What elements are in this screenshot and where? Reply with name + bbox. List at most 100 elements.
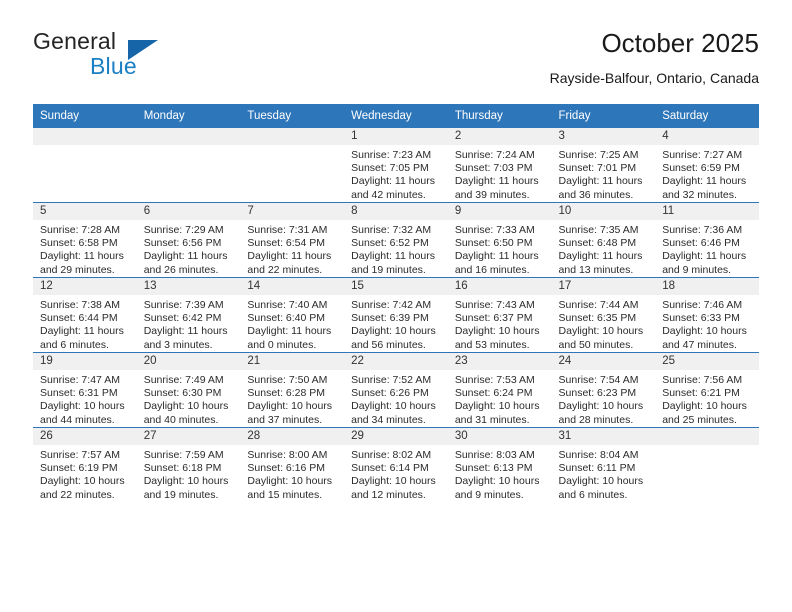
day-details: Sunrise: 7:23 AM Sunset: 7:05 PM Daylight:… [344, 145, 448, 202]
sunset-time: Sunset: 6:13 PM [454, 462, 533, 475]
calendar-day-cell[interactable]: 21 Sunrise: 7:50 AM Sunset: 6:28 PM Dayligh… [240, 352, 345, 428]
daylight-duration-line1: Daylight: 10 hours [351, 400, 436, 413]
calendar-day-cell[interactable]: 25 Sunrise: 7:56 AM Sunset: 6:21 PM Dayligh… [655, 352, 759, 428]
calendar-day-cell[interactable]: 2 Sunrise: 7:24 AM Sunset: 7:03 PM Daylight… [447, 127, 552, 203]
day-details: Sunrise: 7:36 AM Sunset: 6:46 PM Daylight:… [655, 220, 759, 277]
day-details: Sunrise: 7:50 AM Sunset: 6:28 PM Daylight:… [240, 370, 344, 427]
day-details: Sunrise: 7:57 AM Sunset: 6:19 PM Daylight:… [33, 445, 137, 502]
sunrise-time: Sunrise: 7:36 AM [662, 224, 743, 236]
calendar-day-cell[interactable]: 28 Sunrise: 8:00 AM Sunset: 6:16 PM Dayligh… [240, 427, 345, 502]
daylight-duration-line1: Daylight: 10 hours [40, 400, 125, 413]
day-number: 15 [344, 278, 448, 295]
daylight-duration-line2: and 22 minutes. [247, 263, 323, 276]
day-number [655, 428, 759, 445]
day-details: Sunrise: 7:28 AM Sunset: 6:58 PM Daylight:… [33, 220, 137, 277]
daylight-duration-line2: and 42 minutes. [351, 188, 426, 201]
sunset-time: Sunset: 6:33 PM [662, 312, 740, 325]
sunrise-time: Sunrise: 7:32 AM [351, 224, 432, 236]
calendar-day-cell[interactable]: 4 Sunrise: 7:27 AM Sunset: 6:59 PM Daylight… [655, 127, 759, 203]
calendar-day-cell[interactable]: 13 Sunrise: 7:39 AM Sunset: 6:42 PM Dayligh… [136, 277, 241, 353]
calendar-day-cell[interactable]: 22 Sunrise: 7:52 AM Sunset: 6:26 PM Dayligh… [344, 352, 448, 428]
sunrise-time: Sunrise: 8:00 AM [247, 449, 328, 461]
day-number: 7 [240, 203, 345, 220]
daylight-duration-line1: Daylight: 10 hours [247, 400, 333, 413]
calendar-day-cell[interactable]: 12 Sunrise: 7:38 AM Sunset: 6:44 PM Dayligh… [33, 277, 137, 353]
day-number: 29 [344, 428, 448, 445]
calendar-day-cell[interactable]: 11 Sunrise: 7:36 AM Sunset: 6:46 PM Dayligh… [655, 202, 759, 278]
sunset-time: Sunset: 6:35 PM [558, 312, 637, 325]
page-title: October 2025 [601, 28, 759, 58]
calendar-day-cell[interactable]: 14 Sunrise: 7:40 AM Sunset: 6:40 PM Dayligh… [240, 277, 345, 353]
day-number: 17 [551, 278, 656, 295]
day-details: Sunrise: 7:47 AM Sunset: 6:31 PM Daylight:… [33, 370, 137, 427]
day-number: 28 [240, 428, 345, 445]
daylight-duration-line1: Daylight: 10 hours [40, 475, 125, 488]
daylight-duration-line2: and 16 minutes. [454, 263, 530, 276]
day-number: 4 [655, 128, 759, 145]
calendar-day-cell[interactable]: 31 Sunrise: 8:04 AM Sunset: 6:11 PM Dayligh… [551, 427, 656, 502]
calendar-day-cell[interactable]: 23 Sunrise: 7:53 AM Sunset: 6:24 PM Dayligh… [447, 352, 552, 428]
calendar-day-cell[interactable]: 1 Sunrise: 7:23 AM Sunset: 7:05 PM Daylight… [344, 127, 448, 203]
sunset-time: Sunset: 6:23 PM [558, 387, 637, 400]
calendar-day-cell[interactable]: 29 Sunrise: 8:02 AM Sunset: 6:14 PM Dayligh… [344, 427, 448, 502]
day-number: 30 [447, 428, 552, 445]
sunrise-time: Sunrise: 7:28 AM [40, 224, 120, 236]
calendar-day-cell[interactable]: 3 Sunrise: 7:25 AM Sunset: 7:01 PM Daylight… [551, 127, 656, 203]
day-details: Sunrise: 7:59 AM Sunset: 6:18 PM Daylight:… [137, 445, 241, 502]
sunset-time: Sunset: 6:30 PM [143, 387, 222, 400]
weekday-header-wednesday: Wednesday [344, 104, 448, 128]
calendar-week-row: 1 Sunrise: 7:23 AM Sunset: 7:05 PM Daylight… [33, 127, 759, 203]
sunrise-time: Sunrise: 7:49 AM [143, 374, 224, 386]
calendar-day-cell[interactable]: 27 Sunrise: 7:59 AM Sunset: 6:18 PM Dayligh… [136, 427, 241, 502]
calendar-empty-cell [240, 127, 345, 203]
daylight-duration-line1: Daylight: 10 hours [351, 325, 436, 338]
daylight-duration-line1: Daylight: 11 hours [558, 175, 643, 188]
sunrise-time: Sunrise: 7:29 AM [143, 224, 224, 236]
daylight-duration-line2: and 39 minutes. [454, 188, 530, 201]
day-number: 22 [344, 353, 448, 370]
daylight-duration-line2: and 47 minutes. [662, 338, 737, 351]
calendar-day-cell[interactable]: 15 Sunrise: 7:42 AM Sunset: 6:39 PM Dayligh… [344, 277, 448, 353]
calendar-day-cell[interactable]: 6 Sunrise: 7:29 AM Sunset: 6:56 PM Daylight… [136, 202, 241, 278]
sunset-time: Sunset: 7:01 PM [558, 162, 637, 175]
sunrise-time: Sunrise: 7:43 AM [454, 299, 535, 311]
sunrise-time: Sunrise: 7:54 AM [558, 374, 639, 386]
calendar-day-cell[interactable]: 30 Sunrise: 8:03 AM Sunset: 6:13 PM Dayligh… [447, 427, 552, 502]
daylight-duration-line1: Daylight: 11 hours [558, 250, 643, 263]
sunset-time: Sunset: 6:44 PM [40, 312, 118, 325]
calendar-day-cell[interactable]: 8 Sunrise: 7:32 AM Sunset: 6:52 PM Daylight… [344, 202, 448, 278]
calendar-day-cell[interactable]: 17 Sunrise: 7:44 AM Sunset: 6:35 PM Dayligh… [551, 277, 656, 353]
calendar-day-cell[interactable]: 16 Sunrise: 7:43 AM Sunset: 6:37 PM Dayligh… [447, 277, 552, 353]
daylight-duration-line2: and 0 minutes. [247, 338, 317, 351]
sunrise-time: Sunrise: 7:39 AM [143, 299, 224, 311]
calendar-day-cell[interactable]: 7 Sunrise: 7:31 AM Sunset: 6:54 PM Daylight… [240, 202, 345, 278]
sunset-time: Sunset: 6:56 PM [143, 237, 222, 250]
calendar-day-cell[interactable]: 19 Sunrise: 7:47 AM Sunset: 6:31 PM Dayligh… [33, 352, 137, 428]
calendar-day-cell[interactable]: 20 Sunrise: 7:49 AM Sunset: 6:30 PM Dayligh… [136, 352, 241, 428]
sunset-time: Sunset: 6:14 PM [351, 462, 429, 475]
daylight-duration-line2: and 6 minutes. [40, 338, 109, 351]
daylight-duration-line2: and 13 minutes. [558, 263, 634, 276]
sunrise-time: Sunrise: 7:24 AM [454, 149, 535, 161]
calendar-day-cell[interactable]: 24 Sunrise: 7:54 AM Sunset: 6:23 PM Dayligh… [551, 352, 656, 428]
sunset-time: Sunset: 7:03 PM [454, 162, 533, 175]
day-details: Sunrise: 7:33 AM Sunset: 6:50 PM Daylight:… [448, 220, 552, 277]
sunrise-time: Sunrise: 7:56 AM [662, 374, 743, 386]
daylight-duration-line2: and 53 minutes. [454, 338, 530, 351]
calendar-day-cell[interactable]: 9 Sunrise: 7:33 AM Sunset: 6:50 PM Daylight… [447, 202, 552, 278]
day-number: 25 [655, 353, 759, 370]
daylight-duration-line1: Daylight: 11 hours [247, 250, 332, 263]
brand-logo[interactable]: General Blue [33, 28, 273, 88]
calendar-day-cell[interactable]: 26 Sunrise: 7:57 AM Sunset: 6:19 PM Dayligh… [33, 427, 137, 502]
calendar-day-cell[interactable]: 10 Sunrise: 7:35 AM Sunset: 6:48 PM Dayligh… [551, 202, 656, 278]
sunrise-time: Sunrise: 7:40 AM [247, 299, 328, 311]
day-details: Sunrise: 7:40 AM Sunset: 6:40 PM Daylight:… [240, 295, 344, 352]
calendar-day-cell[interactable]: 18 Sunrise: 7:46 AM Sunset: 6:33 PM Dayligh… [655, 277, 759, 353]
daylight-duration-line1: Daylight: 10 hours [558, 475, 644, 488]
day-details: Sunrise: 7:42 AM Sunset: 6:39 PM Daylight:… [344, 295, 448, 352]
daylight-duration-line2: and 28 minutes. [558, 413, 634, 426]
day-number: 6 [136, 203, 241, 220]
sunrise-time: Sunrise: 7:57 AM [40, 449, 120, 461]
calendar-day-cell[interactable]: 5 Sunrise: 7:28 AM Sunset: 6:58 PM Daylight… [33, 202, 137, 278]
daylight-duration-line2: and 44 minutes. [40, 413, 115, 426]
